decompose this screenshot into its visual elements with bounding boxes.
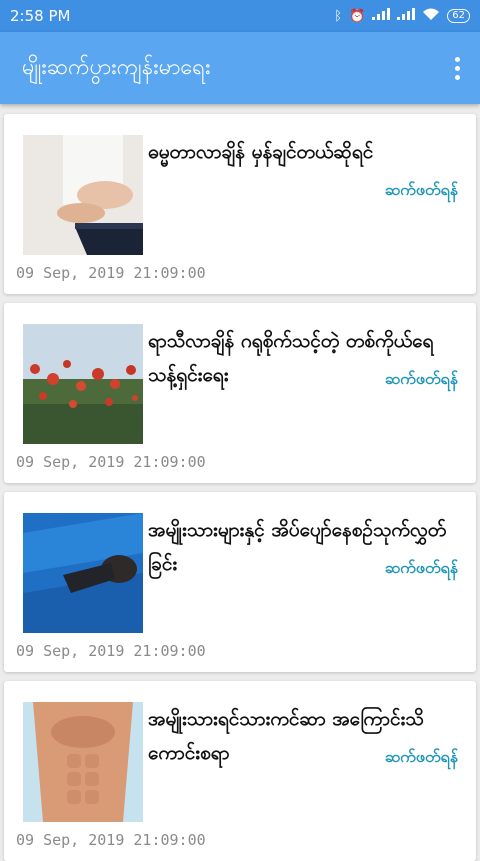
battery-icon: 62 bbox=[447, 9, 470, 23]
read-more-link[interactable]: ဆက်ဖတ်ရန် bbox=[385, 368, 458, 392]
status-bar: 2:58 PM ᛒ ⏰ 62 bbox=[0, 0, 480, 32]
signal-icon bbox=[397, 8, 416, 24]
status-time: 2:58 PM bbox=[10, 7, 71, 25]
article-date: 09 Sep, 2019 21:09:00 bbox=[16, 264, 206, 282]
bluetooth-icon: ᛒ bbox=[334, 8, 343, 24]
article-thumbnail[interactable] bbox=[23, 135, 143, 255]
article-date: 09 Sep, 2019 21:09:00 bbox=[16, 831, 206, 849]
wifi-icon bbox=[422, 8, 440, 25]
article-thumbnail[interactable] bbox=[23, 513, 143, 633]
read-more-link[interactable]: ဆက်ဖတ်ရန် bbox=[385, 179, 458, 203]
article-card[interactable]: ဓမ္မတာလာချိန် မှန်ချင်တယ်ဆိုရင် ဆက်ဖတ်ရန… bbox=[4, 114, 476, 294]
article-thumbnail[interactable] bbox=[23, 702, 143, 822]
app-bar: မျိုးဆက်ပွားကျန်းမာရေး bbox=[0, 32, 480, 104]
article-date: 09 Sep, 2019 21:09:00 bbox=[16, 453, 206, 471]
more-vert-icon[interactable] bbox=[451, 51, 464, 86]
alarm-icon: ⏰ bbox=[349, 8, 366, 24]
app-title: မျိုးဆက်ပွားကျန်းမာရေး bbox=[22, 54, 211, 80]
signal-icon bbox=[372, 8, 391, 24]
read-more-link[interactable]: ဆက်ဖတ်ရန် bbox=[385, 557, 458, 581]
article-thumbnail[interactable] bbox=[23, 324, 143, 444]
article-date: 09 Sep, 2019 21:09:00 bbox=[16, 642, 206, 660]
status-icons: ᛒ ⏰ 62 bbox=[334, 8, 470, 25]
article-card[interactable]: အမျိုးသားများနှင့် အိပ်ပျော်နေစဉ်သုက်လွှ… bbox=[4, 492, 476, 672]
article-card[interactable]: ရာသီလာချိန် ဂရုစိုက်သင့်တဲ့ တစ်ကိုယ်ရေသန… bbox=[4, 303, 476, 483]
article-title[interactable]: ဓမ္မတာလာချိန် မှန်ချင်တယ်ဆိုရင် bbox=[148, 135, 466, 169]
article-card[interactable]: အမျိုးသားရင်သားကင်ဆာ အကြောင်းသိကောင်းစရာ… bbox=[4, 681, 476, 861]
read-more-link[interactable]: ဆက်ဖတ်ရန် bbox=[385, 746, 458, 770]
